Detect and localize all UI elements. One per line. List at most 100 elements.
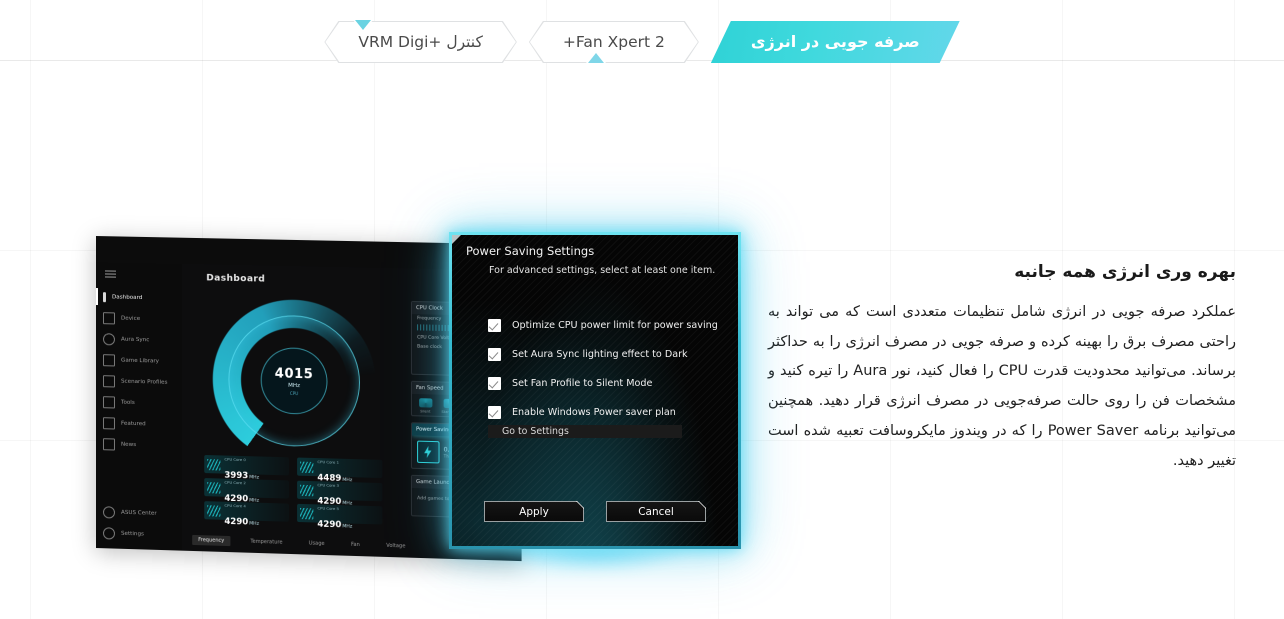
cancel-button[interactable]: Cancel bbox=[606, 501, 706, 522]
go-to-settings-label: Go to Settings bbox=[502, 426, 569, 437]
core-card: CPU Core 5 4290MHz bbox=[297, 503, 383, 530]
sidebar-item-news-label: News bbox=[120, 441, 137, 448]
page-title: بهره وری انرژی همه جانبه bbox=[1014, 262, 1236, 282]
sidebar-item-device[interactable]: Device bbox=[96, 307, 182, 330]
apply-button[interactable]: Apply bbox=[484, 501, 584, 522]
sidebar-item-game-library[interactable]: Game Library bbox=[96, 349, 182, 372]
dialog-corner-accent-icon bbox=[452, 235, 461, 244]
tab-voltage[interactable]: Voltage bbox=[380, 541, 411, 552]
sidebar-item-settings[interactable]: Settings bbox=[96, 522, 182, 546]
option-set-fan-profile-silent[interactable]: Set Fan Profile to Silent Mode bbox=[488, 369, 726, 398]
sidebar-item-scenario-profiles-label: Scenario Profiles bbox=[120, 378, 168, 386]
core-unit: MHz bbox=[342, 524, 353, 530]
dashboard-heading: Dashboard bbox=[206, 273, 266, 285]
core-name: CPU Core 4 bbox=[224, 502, 246, 509]
core-name: CPU Core 1 bbox=[317, 459, 340, 465]
sidebar-item-asus-center[interactable]: ASUS Center bbox=[96, 501, 182, 525]
news-icon bbox=[102, 437, 115, 451]
sidebar-item-featured-label: Featured bbox=[120, 420, 146, 427]
sidebar-item-featured[interactable]: Featured bbox=[96, 412, 182, 435]
sidebar-item-settings-label: Settings bbox=[120, 530, 144, 537]
core-card: CPU Core 4 4290MHz bbox=[204, 501, 289, 528]
sidebar-item-game-library-label: Game Library bbox=[120, 357, 160, 365]
sidebar-item-aura-sync-label: Aura Sync bbox=[120, 336, 150, 343]
fan-mode-silent[interactable]: Silent bbox=[418, 398, 433, 414]
checkbox-icon[interactable] bbox=[488, 406, 501, 419]
checkbox-icon[interactable] bbox=[488, 319, 501, 332]
option-optimize-cpu-power-limit[interactable]: Optimize CPU power limit for power savin… bbox=[488, 311, 726, 340]
core-name: CPU Core 2 bbox=[224, 479, 246, 486]
option-label: Set Aura Sync lighting effect to Dark bbox=[512, 349, 688, 360]
sidebar-item-news[interactable]: News bbox=[96, 433, 182, 456]
option-enable-windows-power-saver[interactable]: Enable Windows Power saver plan bbox=[488, 398, 726, 427]
dialog-option-list: Optimize CPU power limit for power savin… bbox=[488, 311, 726, 427]
option-set-aura-sync-dark[interactable]: Set Aura Sync lighting effect to Dark bbox=[488, 340, 726, 369]
fan-silent-icon bbox=[418, 398, 433, 408]
sidebar-item-aura-sync[interactable]: Aura Sync bbox=[96, 328, 182, 351]
gauge-readout: 4015 MHz CPU bbox=[260, 346, 328, 416]
cpu-frequency-gauge: 4015 MHz CPU bbox=[200, 294, 388, 468]
gear-icon bbox=[102, 526, 115, 540]
tab-fan[interactable]: Fan bbox=[345, 540, 366, 551]
cpu-core-icon bbox=[300, 461, 314, 473]
tab-usage[interactable]: Usage bbox=[303, 538, 331, 549]
aura-icon bbox=[102, 332, 115, 345]
core-name: CPU Core 3 bbox=[317, 482, 340, 489]
tab-temperature[interactable]: Temperature bbox=[244, 536, 288, 547]
panel-fan-speed-title: Fan Speed bbox=[416, 384, 444, 392]
dashboard-icon bbox=[102, 291, 106, 302]
tab-fan-xpert-label: Fan Xpert 2+ bbox=[562, 33, 665, 51]
dialog-subtitle: For advanced settings, select at least o… bbox=[489, 265, 716, 276]
cpu-core-icon bbox=[207, 458, 221, 470]
cpu-core-icon bbox=[300, 484, 314, 496]
core-value: 4290 bbox=[317, 519, 342, 531]
sidebar-item-scenario-profiles[interactable]: Scenario Profiles bbox=[96, 370, 182, 393]
library-icon bbox=[102, 353, 115, 366]
core-unit: MHz bbox=[249, 521, 259, 527]
dialog-actions: Apply Cancel bbox=[452, 501, 738, 522]
leaf-icon bbox=[417, 440, 440, 464]
checkbox-icon[interactable] bbox=[488, 377, 501, 390]
feature-copy: بهره وری انرژی همه جانبه عملکرد صرفه جوی… bbox=[768, 262, 1236, 476]
tab-energy-saving[interactable]: صرفه جویی در انرژی bbox=[711, 21, 960, 63]
go-to-settings-link[interactable]: Go to Settings bbox=[488, 425, 682, 438]
featured-icon bbox=[102, 416, 115, 430]
tab-fan-xpert[interactable]: Fan Xpert 2+ bbox=[529, 21, 699, 63]
feature-tabs: صرفه جویی در انرژی Fan Xpert 2+ کنترل +V… bbox=[0, 21, 1284, 65]
core-name: CPU Core 0 bbox=[224, 456, 246, 463]
gauge-value: 4015 bbox=[274, 365, 314, 382]
suite-sidebar: Dashboard Device Aura Sync Game Library … bbox=[96, 262, 183, 551]
cpu-core-icon bbox=[300, 507, 314, 519]
power-saving-settings-dialog: Power Saving Settings For advanced setti… bbox=[449, 232, 741, 549]
sidebar-item-tools[interactable]: Tools bbox=[96, 391, 182, 414]
tools-icon bbox=[102, 395, 115, 408]
menu-icon[interactable] bbox=[104, 270, 116, 279]
core-value: 4290 bbox=[224, 516, 249, 528]
device-icon bbox=[102, 311, 115, 324]
fan-mode-label: Silent bbox=[420, 409, 431, 414]
tab-digi-vrm-label: کنترل +VRM Digi bbox=[358, 33, 483, 51]
row-label: Frequency bbox=[417, 316, 442, 322]
tab-energy-saving-label: صرفه جویی در انرژی bbox=[750, 32, 920, 51]
option-label: Set Fan Profile to Silent Mode bbox=[512, 378, 653, 389]
tab-marker-top-inner-icon bbox=[355, 20, 371, 30]
panel-power-saving-title: Power Saving bbox=[416, 426, 452, 434]
button-corner-icon bbox=[698, 501, 706, 509]
cpu-core-icon bbox=[207, 481, 221, 494]
tab-marker-bottom-inner-icon bbox=[588, 53, 604, 63]
gauge-sublabel: CPU bbox=[289, 390, 299, 396]
cpu-core-list: CPU Core 0 3993MHz CPU Core 1 4489MHz CP… bbox=[204, 454, 383, 530]
checkbox-icon[interactable] bbox=[488, 348, 501, 361]
cpu-core-icon bbox=[207, 504, 221, 517]
option-label: Enable Windows Power saver plan bbox=[512, 407, 676, 418]
sidebar-item-tools-label: Tools bbox=[120, 399, 135, 406]
dialog-bottom-glow bbox=[500, 548, 690, 574]
option-label: Optimize CPU power limit for power savin… bbox=[512, 320, 718, 331]
dialog-title: Power Saving Settings bbox=[466, 244, 595, 258]
cancel-button-label: Cancel bbox=[638, 505, 674, 518]
tab-frequency[interactable]: Frequency bbox=[192, 534, 231, 547]
sidebar-item-dashboard[interactable]: Dashboard bbox=[96, 286, 182, 309]
gauge-unit: MHz bbox=[288, 382, 301, 389]
sidebar-item-asus-center-label: ASUS Center bbox=[120, 509, 157, 517]
sidebar-item-dashboard-label: Dashboard bbox=[111, 293, 143, 301]
